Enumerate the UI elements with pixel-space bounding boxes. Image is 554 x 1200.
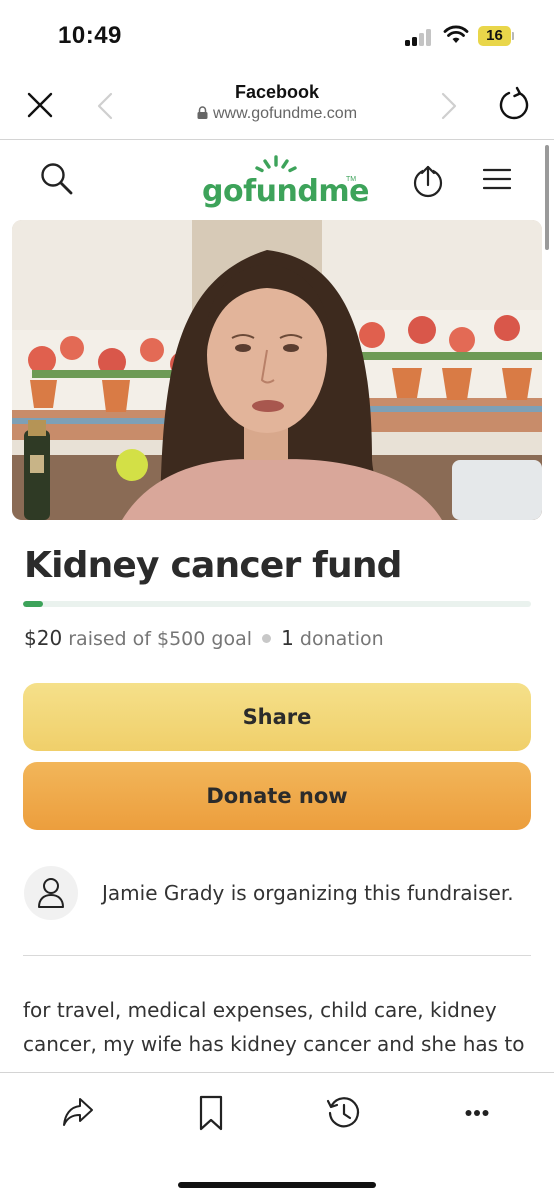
gofundme-logo[interactable]: gofundme TM: [200, 154, 369, 210]
share-upload-icon[interactable]: [412, 164, 444, 198]
search-icon[interactable]: [40, 162, 74, 196]
reload-icon[interactable]: [498, 86, 530, 120]
fundraiser-title: Kidney cancer fund: [24, 545, 402, 586]
battery-level: 16: [486, 27, 503, 44]
fundraiser-story: for travel, medical expenses, child care…: [23, 998, 525, 1056]
progress-bar-fill: [23, 601, 44, 607]
history-icon[interactable]: [326, 1095, 362, 1131]
site-header: gofundme TM: [0, 140, 554, 220]
lock-icon: [197, 106, 208, 119]
logo-trademark: TM: [346, 176, 357, 183]
share-button[interactable]: Share: [23, 683, 531, 751]
organizer-avatar[interactable]: [24, 866, 78, 920]
organizer-text[interactable]: Jamie Grady is organizing this fundraise…: [102, 881, 514, 905]
more-icon[interactable]: [465, 1109, 489, 1117]
amount-raised: $20: [24, 626, 63, 650]
fundraiser-amounts: $20 raised of $500 goal 1 donation: [24, 626, 384, 650]
browser-toolbar: [0, 1072, 554, 1200]
separator-dot: [262, 634, 272, 643]
photo-illustration: [12, 220, 542, 520]
sun-rays-icon: [255, 155, 297, 173]
goal-text: raised of $500 goal: [68, 628, 253, 650]
bookmark-icon[interactable]: [199, 1095, 223, 1131]
logo-text: gofundme: [202, 174, 369, 209]
donate-now-button[interactable]: Donate now: [23, 762, 531, 830]
fundraiser-photo[interactable]: [12, 220, 542, 520]
donation-count: 1: [281, 626, 294, 650]
status-time: 10:49: [58, 22, 122, 49]
person-icon: [38, 878, 64, 908]
browser-page-title: Facebook: [234, 82, 320, 102]
progress-bar: [23, 601, 531, 607]
share-icon[interactable]: [61, 1095, 95, 1129]
forward-arrow-icon[interactable]: [441, 92, 457, 120]
wifi-icon: [443, 25, 469, 43]
status-bar: 10:49 16: [0, 0, 554, 72]
browser-url[interactable]: www.gofundme.com: [0, 105, 554, 123]
home-indicator[interactable]: [178, 1182, 376, 1188]
battery-icon: 16: [478, 26, 514, 46]
menu-icon[interactable]: [483, 168, 511, 190]
browser-url-text: www.gofundme.com: [212, 105, 358, 122]
cellular-signal-icon: [405, 28, 435, 46]
browser-nav-bar: Facebook www.gofundme.com: [0, 72, 554, 140]
section-divider: [23, 955, 531, 956]
donation-label: donation: [299, 628, 384, 650]
